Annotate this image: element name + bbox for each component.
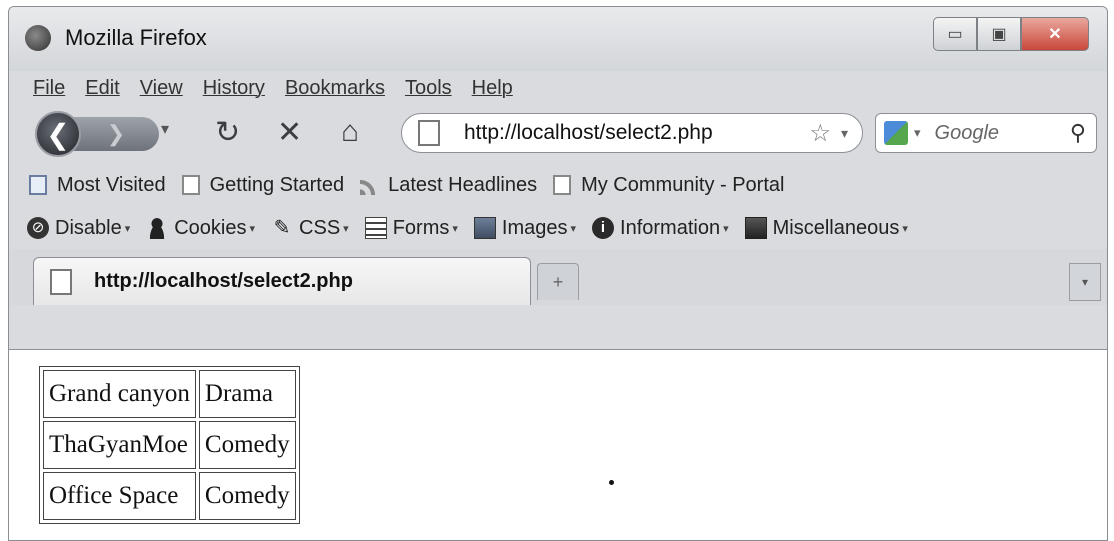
tab-bar: http://localhost/select2.php + ▾ xyxy=(9,249,1107,305)
dev-css-menu[interactable]: ✎ CSS ▾ xyxy=(271,217,349,240)
caret-down-icon: ▾ xyxy=(570,222,577,235)
table-cell: Drama xyxy=(198,370,296,418)
page-icon xyxy=(181,175,200,195)
page-icon xyxy=(553,175,572,195)
window-title: Mozilla Firefox xyxy=(65,25,207,50)
bookmark-most-visited[interactable]: Most Visited xyxy=(29,174,166,197)
page-icon xyxy=(418,120,440,146)
rss-feed-icon xyxy=(360,175,379,195)
dev-cookies-menu[interactable]: Cookies ▾ xyxy=(146,217,255,240)
results-table: Grand canyon Drama ThaGyanMoe Comedy Off… xyxy=(39,366,300,524)
caret-down-icon: ▾ xyxy=(124,222,131,235)
dev-menu-label: Disable xyxy=(55,216,122,239)
minimize-button[interactable]: ▭ xyxy=(933,17,977,51)
menu-history[interactable]: History xyxy=(203,77,265,100)
engine-dropdown-icon[interactable]: ▾ xyxy=(914,125,921,141)
bookmarks-toolbar: Most Visited Getting Started Latest Head… xyxy=(9,163,1107,207)
url-dropdown-icon[interactable]: ▾ xyxy=(841,125,848,142)
dev-images-menu[interactable]: Images ▾ xyxy=(473,216,577,240)
home-icon[interactable]: ⌂ xyxy=(341,115,359,149)
close-button[interactable]: ✕ xyxy=(1021,17,1089,51)
table-row: Grand canyon Drama xyxy=(43,370,296,418)
bookmark-my-community[interactable]: My Community - Portal xyxy=(553,174,784,197)
dev-menu-label: Images xyxy=(501,216,568,239)
menu-edit[interactable]: Edit xyxy=(85,77,119,100)
menu-help[interactable]: Help xyxy=(472,77,513,100)
history-dropdown-icon[interactable]: ▾ xyxy=(161,119,169,139)
bookmark-getting-started[interactable]: Getting Started xyxy=(181,173,345,197)
new-tab-button[interactable]: + xyxy=(537,263,579,300)
firefox-logo-icon xyxy=(25,25,51,51)
dev-menu-label: Miscellaneous xyxy=(772,216,900,239)
user-icon xyxy=(146,217,169,239)
most-visited-icon xyxy=(29,175,47,195)
caret-down-icon: ▾ xyxy=(723,222,729,235)
form-icon xyxy=(364,217,387,239)
dev-menu-label: Forms xyxy=(392,216,450,239)
caret-down-icon: ▾ xyxy=(902,222,908,235)
list-all-tabs-button[interactable]: ▾ xyxy=(1069,263,1101,301)
menu-file[interactable]: File xyxy=(33,77,65,100)
back-arrow-icon: ❮ xyxy=(46,118,70,150)
table-cell: Office Space xyxy=(43,472,196,520)
search-icon[interactable]: ⚲ xyxy=(1070,120,1086,146)
bookmark-label: Getting Started xyxy=(209,173,345,196)
maximize-button[interactable]: ▣ xyxy=(977,17,1021,51)
table-row: ThaGyanMoe Comedy xyxy=(43,421,296,469)
image-icon xyxy=(473,217,496,239)
menu-tools[interactable]: Tools xyxy=(405,77,452,100)
search-bar[interactable]: ▾ Google ⚲ xyxy=(875,113,1097,153)
page-content: Grand canyon Drama ThaGyanMoe Comedy Off… xyxy=(9,349,1107,540)
menu-bookmarks[interactable]: Bookmarks xyxy=(285,77,385,100)
dev-miscellaneous-menu[interactable]: Miscellaneous ▾ xyxy=(744,216,908,240)
bookmark-star-icon[interactable]: ☆ xyxy=(809,119,831,148)
table-cell: Comedy xyxy=(198,472,296,520)
forward-arrow-icon: ❯ xyxy=(106,121,126,146)
url-bar[interactable]: http://localhost/select2.php ☆ ▾ xyxy=(401,113,863,153)
menu-bar: File Edit View History Bookmarks Tools H… xyxy=(9,71,1107,105)
dev-disable-menu[interactable]: ⊘ Disable ▾ xyxy=(27,217,130,240)
table-row: Office Space Comedy xyxy=(43,472,296,520)
menu-view[interactable]: View xyxy=(140,77,183,100)
caret-down-icon: ▾ xyxy=(452,222,458,235)
bookmark-label: Latest Headlines xyxy=(388,173,538,196)
table-cell: ThaGyanMoe xyxy=(43,421,196,469)
reload-icon[interactable]: ↻ xyxy=(215,115,240,150)
bookmark-label: Most Visited xyxy=(57,173,166,196)
caret-down-icon: ▾ xyxy=(343,222,349,235)
window-controls: ▭ ▣ ✕ xyxy=(933,17,1089,51)
back-button[interactable]: ❮ xyxy=(35,111,81,157)
search-placeholder[interactable]: Google xyxy=(935,122,1070,145)
caret-down-icon: ▾ xyxy=(249,222,256,235)
stop-icon[interactable]: ✕ xyxy=(277,115,302,150)
dev-information-menu[interactable]: i Information ▾ xyxy=(592,217,729,240)
dev-forms-menu[interactable]: Forms ▾ xyxy=(364,216,458,240)
dev-menu-label: CSS xyxy=(299,216,341,239)
navigation-toolbar: ❯ ❮ ▾ ↻ ✕ ⌂ http://localhost/select2.php… xyxy=(9,105,1107,163)
browser-window: Mozilla Firefox ▭ ▣ ✕ File Edit View His… xyxy=(8,6,1108,541)
dev-menu-label: Information xyxy=(620,216,721,239)
forward-button[interactable]: ❯ xyxy=(73,117,159,151)
tab-title: http://localhost/select2.php xyxy=(94,270,353,292)
dev-menu-label: Cookies xyxy=(174,216,247,239)
table-cell: Comedy xyxy=(198,421,296,469)
stray-dot xyxy=(609,480,614,485)
table-cell: Grand canyon xyxy=(43,370,196,418)
info-icon: i xyxy=(592,217,615,239)
web-developer-toolbar: ⊘ Disable ▾ Cookies ▾ ✎ CSS ▾ Forms ▾ Images… xyxy=(9,207,1107,249)
disable-icon: ⊘ xyxy=(27,217,49,239)
page-icon xyxy=(50,268,72,295)
url-text[interactable]: http://localhost/select2.php xyxy=(464,121,809,145)
tab-active[interactable]: http://localhost/select2.php xyxy=(33,257,531,305)
pencil-icon: ✎ xyxy=(273,217,291,239)
toolbox-icon xyxy=(744,217,767,239)
bookmark-latest-headlines[interactable]: Latest Headlines xyxy=(360,174,537,197)
title-bar: Mozilla Firefox ▭ ▣ ✕ xyxy=(9,7,1107,71)
bookmark-label: My Community - Portal xyxy=(581,173,785,196)
search-engine-icon[interactable] xyxy=(884,121,908,145)
